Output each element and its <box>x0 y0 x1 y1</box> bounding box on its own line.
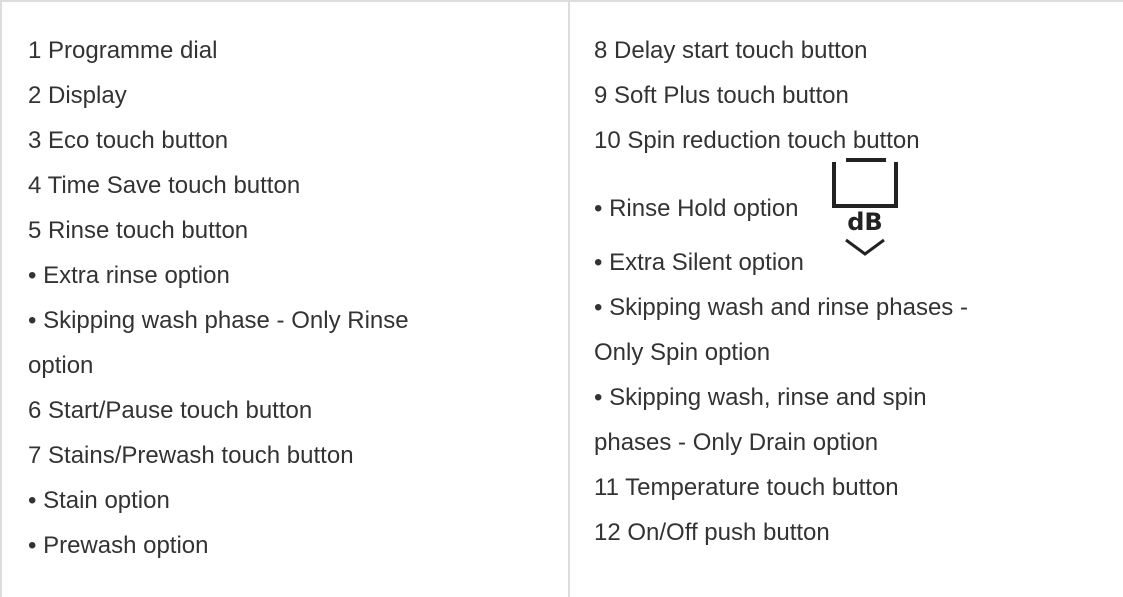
list-item: option <box>28 352 94 379</box>
list-item: 11 Temperature touch button <box>594 474 899 501</box>
list-item: • Stain option <box>28 487 170 514</box>
list-item: • Skipping wash, rinse and spin <box>594 384 927 411</box>
list-item: • Extra rinse option <box>28 262 230 289</box>
left-column: 1 Programme dial 2 Display 3 Eco touch b… <box>0 2 569 597</box>
list-item: Only Spin option <box>594 339 771 366</box>
list-item: 9 Soft Plus touch button <box>594 82 849 109</box>
extra-silent-db-icon: dB <box>840 208 890 275</box>
list-item: 6 Start/Pause touch button <box>28 397 313 424</box>
right-column: 8 Delay start touch button 9 Soft Plus t… <box>569 2 1123 597</box>
list-item-label: • Rinse Hold option <box>594 195 799 222</box>
list-item: 1 Programme dial <box>28 37 218 64</box>
list-item: 5 Rinse touch button <box>28 217 249 244</box>
list-item: • Skipping wash phase - Only Rinse <box>28 307 409 334</box>
list-item: 4 Time Save touch button <box>28 172 301 199</box>
list-item: • Skipping wash and rinse phases - <box>594 294 968 321</box>
list-item: 3 Eco touch button <box>28 127 229 154</box>
list-item: 7 Stains/Prewash touch button <box>28 442 354 469</box>
list-item: phases - Only Drain option <box>594 429 879 456</box>
list-item-extra-silent: • Extra Silent option dB <box>594 208 1123 285</box>
list-item: • Prewash option <box>28 532 209 559</box>
list-item: 8 Delay start touch button <box>594 37 868 64</box>
svg-text:dB: dB <box>847 208 882 236</box>
list-item: 2 Display <box>28 82 127 109</box>
controls-table: 1 Programme dial 2 Display 3 Eco touch b… <box>0 0 1123 597</box>
list-item: 12 On/Off push button <box>594 519 830 546</box>
list-item-label: • Extra Silent option <box>594 249 804 276</box>
